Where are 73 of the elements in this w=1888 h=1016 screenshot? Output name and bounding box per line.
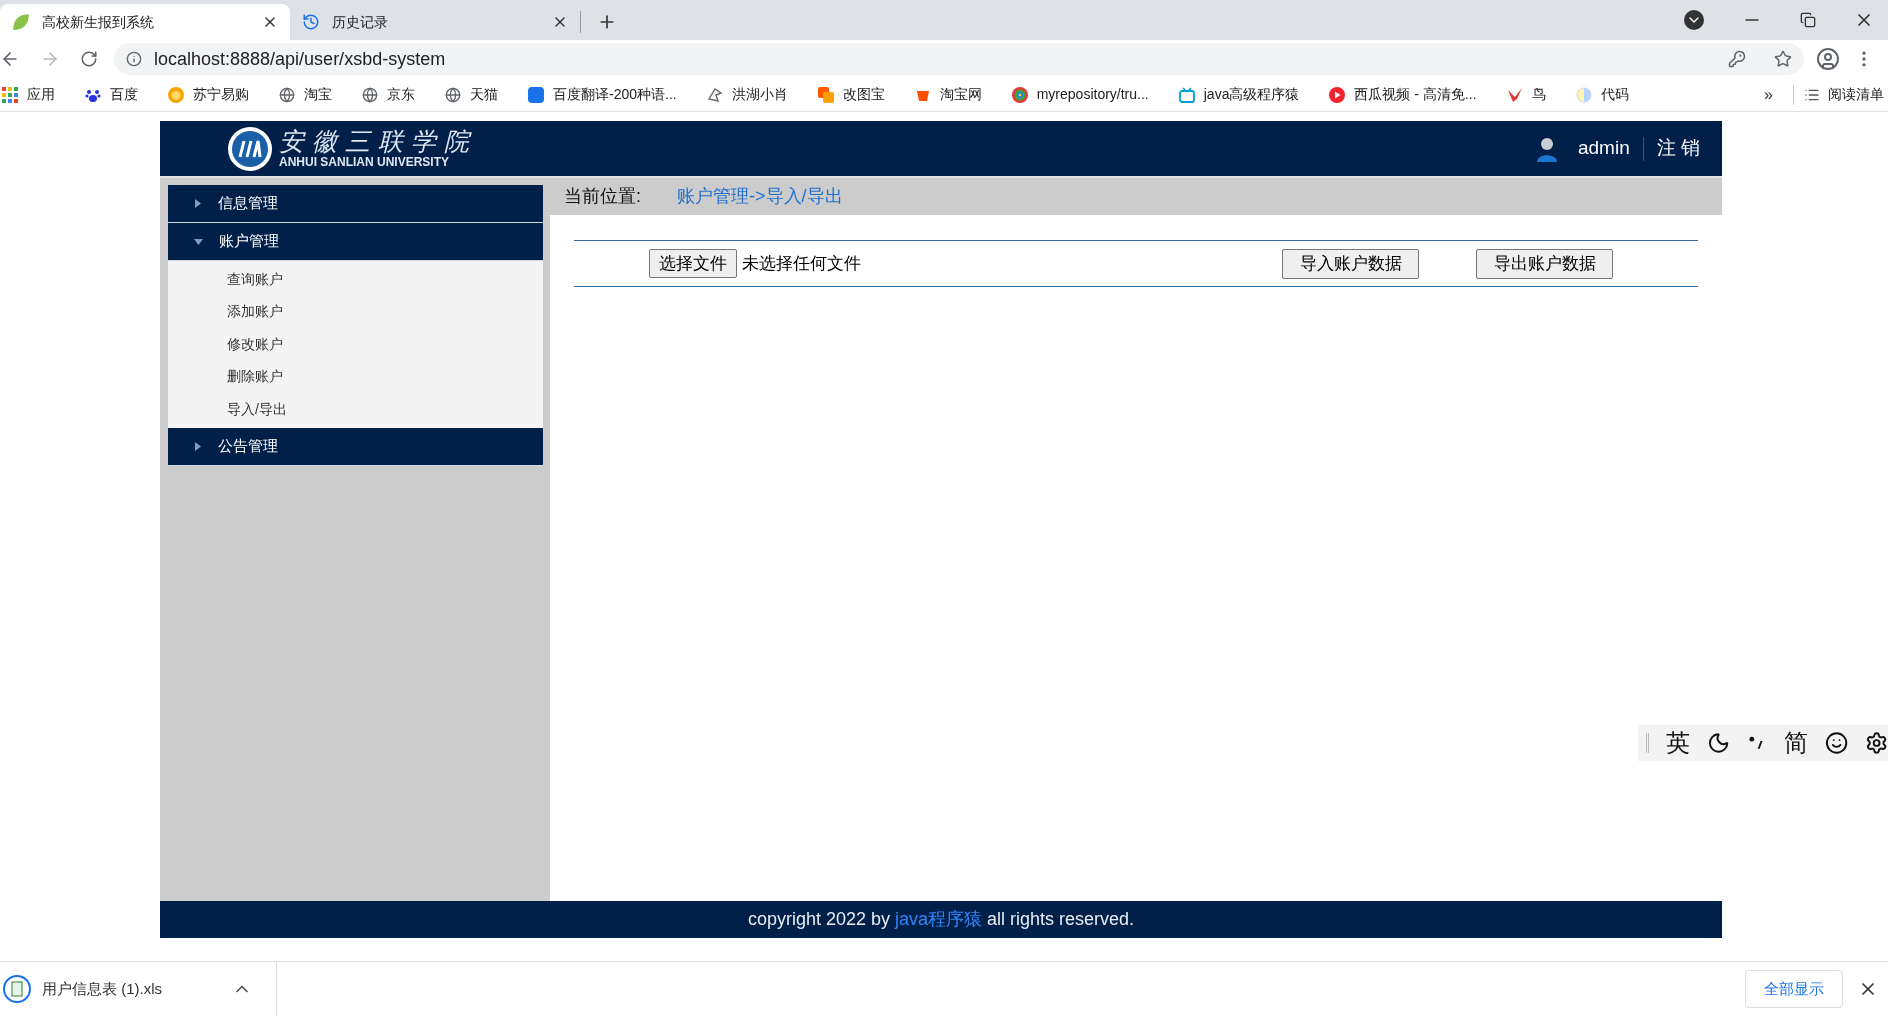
url-text: localhost:8888/api/user/xsbd-system	[154, 47, 447, 71]
smiley-icon[interactable]	[1824, 731, 1848, 755]
history-icon	[302, 13, 320, 31]
reading-list-button[interactable]: 阅读清单	[1804, 84, 1884, 105]
submenu-item[interactable]: 修改账户	[227, 333, 283, 355]
tv-icon	[1178, 86, 1195, 103]
star-icon[interactable]	[1774, 50, 1792, 68]
translate-icon	[528, 86, 544, 103]
profile-icon[interactable]	[1816, 47, 1840, 71]
submenu-item[interactable]: 删除账户	[227, 366, 283, 388]
bookmark-item[interactable]: 淘宝	[279, 84, 332, 105]
export-button[interactable]: 导出账户数据	[1476, 248, 1613, 279]
logo-english-text: ANHUI SANLIAN UNIVERSITY	[279, 156, 450, 168]
sidebar-group-header[interactable]: 公告管理	[168, 427, 543, 466]
globe-icon	[362, 86, 378, 103]
caret-down-icon	[194, 238, 203, 245]
tab-search-icon[interactable]	[1684, 10, 1704, 30]
sidebar-group-header[interactable]: 信息管理	[168, 185, 543, 223]
import-button[interactable]: 导入账户数据	[1282, 248, 1419, 279]
bookmark-item[interactable]: 百度翻译-200种语...	[528, 84, 677, 105]
ime-language-toggle[interactable]: 英	[1665, 725, 1690, 761]
submenu-item[interactable]: 查询账户	[227, 268, 283, 290]
apps-grid-icon	[2, 86, 18, 103]
submenu-item[interactable]: 导入/导出	[227, 398, 287, 420]
tab-title: 高校新生报到系统	[42, 12, 155, 32]
caret-right-icon	[195, 199, 201, 208]
address-bar[interactable]: localhost:8888/api/user/xsbd-system	[114, 43, 1804, 75]
browser-tab[interactable]: 高校新生报到系统	[0, 4, 290, 40]
copyright-text: copyright 2022 by java程序猿 all rights reserved.	[747, 908, 1135, 931]
info-icon	[126, 51, 142, 67]
reload-icon[interactable]	[80, 50, 98, 68]
bookmark-item[interactable]: 鸟	[1506, 84, 1546, 105]
leaf-icon	[12, 13, 30, 31]
play-icon	[1329, 86, 1346, 103]
bookmark-item[interactable]: 代码	[1575, 84, 1629, 105]
key-icon[interactable]	[1728, 50, 1746, 68]
globe-icon	[279, 86, 295, 103]
sidebar-group-header[interactable]: 账户管理	[168, 223, 543, 261]
show-all-button[interactable]: 全部显示	[1745, 970, 1843, 1008]
logo-chinese-text: 安徽三联学院	[279, 129, 477, 154]
colorful-circle-icon	[1011, 86, 1028, 103]
restore-icon[interactable]	[1800, 12, 1816, 28]
user-avatar-icon	[1535, 135, 1558, 162]
bookmark-item[interactable]: 改图宝	[817, 84, 885, 105]
university-logo-icon	[227, 125, 273, 172]
settings-icon[interactable]	[1864, 731, 1888, 755]
bookmark-item[interactable]: myrepository/tru...	[1011, 84, 1149, 105]
breadcrumb-label: 当前位置:	[564, 185, 642, 208]
choose-file-button[interactable]: 选择文件	[649, 249, 737, 278]
bookmark-item[interactable]: 苏宁易购	[168, 84, 249, 105]
globe-icon	[445, 86, 461, 103]
bookmark-item[interactable]: 京东	[362, 84, 415, 105]
ime-script-toggle[interactable]: 简	[1783, 725, 1808, 761]
bookmark-item[interactable]: 天猫	[445, 84, 498, 105]
submenu-item[interactable]: 添加账户	[227, 301, 283, 323]
half-circle-icon	[1575, 86, 1592, 103]
username-text: admin	[1577, 136, 1630, 161]
more-bookmarks-button[interactable]: »	[1764, 82, 1773, 107]
file-status-text: 未选择任何文件	[742, 252, 861, 275]
moon-icon[interactable]	[1706, 731, 1731, 755]
author-link[interactable]: java程序猿	[895, 909, 983, 929]
tab-title: 历史记录	[332, 12, 389, 32]
download-file-name[interactable]: 用户信息表 (1).xls	[42, 977, 232, 1001]
bookmark-item[interactable]: 应用	[2, 84, 55, 105]
bookmark-item[interactable]: java高级程序猿	[1178, 84, 1300, 105]
bookmark-item[interactable]: 西瓜视频 - 高清免...	[1329, 84, 1477, 105]
bookmark-item[interactable]: 百度	[85, 84, 138, 105]
bookmark-item[interactable]: 淘宝网	[914, 84, 982, 105]
logout-link[interactable]: 注 销	[1656, 134, 1700, 163]
breadcrumb-path: 账户管理->导入/导出	[677, 185, 843, 208]
squares-icon	[817, 86, 834, 103]
caret-right-icon	[195, 441, 201, 451]
bookmark-item[interactable]: 洪湖小肖	[706, 84, 788, 105]
